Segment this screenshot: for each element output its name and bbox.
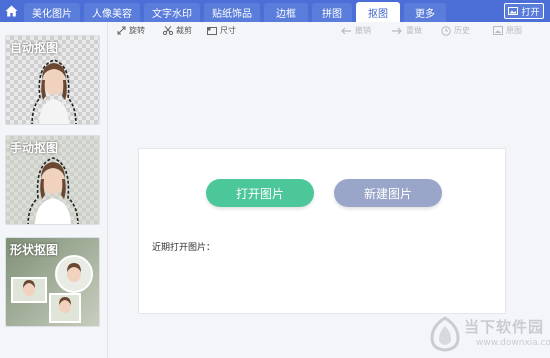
history-button[interactable]: 历史 — [441, 25, 470, 36]
undo-button[interactable]: 撤销 — [340, 25, 371, 36]
crop-label: 裁剪 — [176, 26, 192, 35]
original-button[interactable]: 原图 — [493, 25, 522, 36]
shape-cutout-label: 形状抠图 — [10, 243, 59, 257]
tab-more[interactable]: 更多 — [404, 3, 446, 22]
tab-beautify[interactable]: 美化图片 — [24, 3, 80, 22]
size-label: 尺寸 — [220, 26, 236, 35]
original-image-icon — [493, 26, 503, 35]
open-image-button[interactable]: 打开图片 — [206, 179, 314, 207]
watermark-url: www.downxia.com — [476, 338, 550, 348]
manual-cutout-card[interactable]: 手动抠图 — [5, 135, 100, 225]
history-label: 历史 — [454, 26, 470, 35]
image-icon — [508, 7, 519, 15]
new-image-button[interactable]: 新建图片 — [334, 179, 442, 207]
open-button[interactable]: 打开 — [504, 3, 544, 19]
tab-cutout[interactable]: 抠图 — [356, 2, 400, 22]
watermark-text: 当下软件园 — [464, 318, 545, 336]
auto-cutout-label: 自动抠图 — [10, 41, 59, 55]
tab-portrait[interactable]: 人像美容 — [84, 3, 140, 22]
undo-arrow-icon — [341, 27, 351, 34]
cutout-mode-panel: 自动抠图 手动抠图 形状抠图 — [0, 22, 108, 358]
redo-button[interactable]: 重做 — [391, 25, 422, 36]
shape-cutout-card[interactable]: 形状抠图 — [5, 237, 100, 327]
undo-label: 撤销 — [355, 26, 371, 35]
crop-button[interactable]: 裁剪 — [163, 25, 192, 36]
recent-files-label: 近期打开图片： — [152, 243, 216, 253]
tab-border[interactable]: 边框 — [264, 3, 308, 22]
top-tab-bar: 美化图片 人像美容 文字水印 贴纸饰品 边框 拼图 抠图 更多 打开 — [0, 0, 550, 22]
edit-toolbar: 旋转 裁剪 尺寸 撤销 重做 历史 原图 — [109, 22, 550, 40]
tab-text-watermark[interactable]: 文字水印 — [144, 3, 200, 22]
size-button[interactable]: 尺寸 — [207, 25, 236, 36]
rotate-icon — [117, 26, 126, 35]
home-icon — [5, 5, 17, 17]
site-watermark: 当下软件园 www.downxia.com — [428, 316, 550, 354]
rotate-button[interactable]: 旋转 — [117, 25, 145, 36]
rotate-label: 旋转 — [129, 26, 145, 35]
tab-collage[interactable]: 拼图 — [312, 3, 352, 22]
original-label: 原图 — [506, 26, 522, 35]
redo-label: 重做 — [406, 26, 422, 35]
open-button-label: 打开 — [521, 7, 540, 18]
tab-stickers[interactable]: 贴纸饰品 — [204, 3, 260, 22]
start-dialog: 打开图片 新建图片 近期打开图片： — [138, 148, 506, 314]
manual-cutout-label: 手动抠图 — [10, 141, 59, 155]
auto-cutout-card[interactable]: 自动抠图 — [5, 35, 100, 125]
home-button[interactable] — [2, 2, 20, 20]
redo-arrow-icon — [392, 27, 402, 34]
resize-icon — [207, 26, 217, 35]
clock-icon — [441, 25, 451, 36]
watermark-logo-icon — [430, 316, 460, 352]
scissors-icon — [163, 26, 173, 35]
